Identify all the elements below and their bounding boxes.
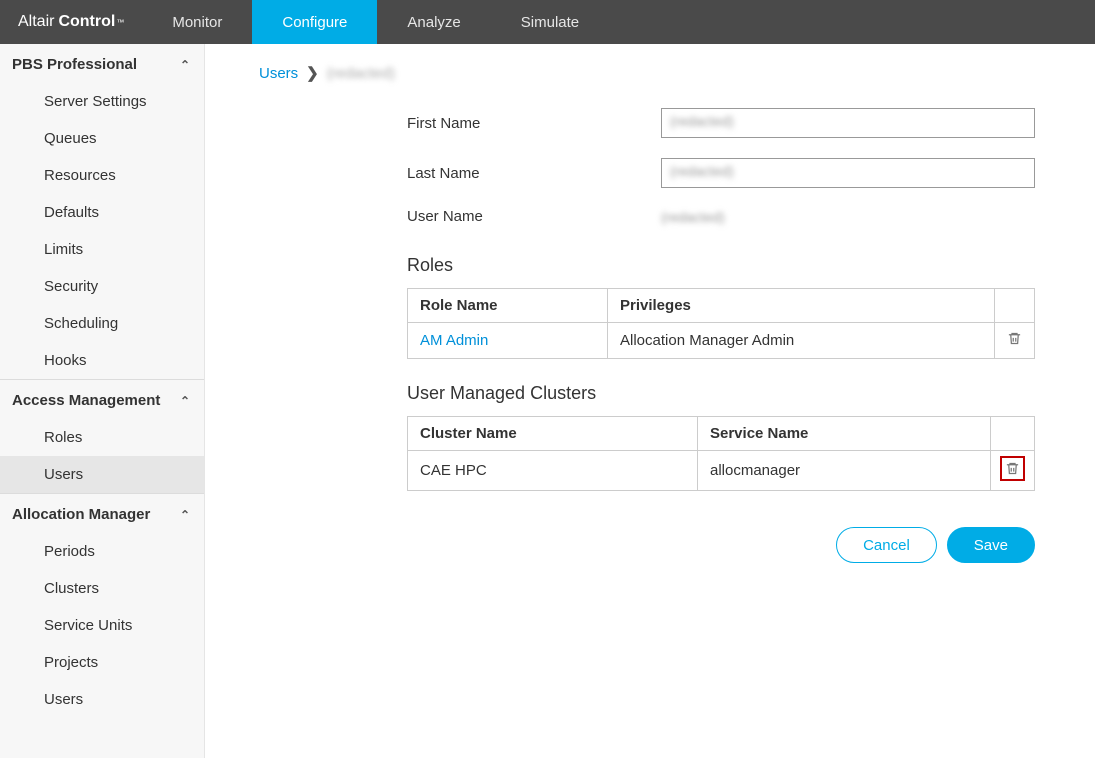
sidebar-item-projects[interactable]: Projects (0, 644, 204, 681)
sidebar: PBS Professional ⌃ Server Settings Queue… (0, 44, 205, 758)
save-button[interactable]: Save (947, 527, 1035, 563)
sidebar-item-scheduling[interactable]: Scheduling (0, 305, 204, 342)
sidebar-item-hooks[interactable]: Hooks (0, 342, 204, 379)
sidebar-item-roles[interactable]: Roles (0, 419, 204, 456)
cluster-service: allocmanager (698, 451, 991, 491)
cluster-name: CAE HPC (408, 451, 698, 491)
breadcrumb-current: (redacted) (327, 65, 395, 82)
sidebar-item-clusters[interactable]: Clusters (0, 570, 204, 607)
first-name-field[interactable]: (redacted) (661, 108, 1035, 138)
last-name-label: Last Name (407, 165, 661, 182)
sidebar-item-limits[interactable]: Limits (0, 231, 204, 268)
role-privilege: Allocation Manager Admin (608, 323, 995, 359)
clusters-title: User Managed Clusters (407, 383, 1035, 404)
table-row: AM Admin Allocation Manager Admin (408, 323, 1035, 359)
trash-icon[interactable] (1007, 331, 1022, 346)
cancel-button[interactable]: Cancel (836, 527, 937, 563)
sidebar-item-service-units[interactable]: Service Units (0, 607, 204, 644)
topnav-simulate[interactable]: Simulate (491, 0, 609, 44)
user-name-value: (redacted) (661, 209, 725, 225)
brand-name: Control (58, 13, 115, 31)
role-link[interactable]: AM Admin (420, 332, 488, 349)
sidebar-section-allocation[interactable]: Allocation Manager ⌃ (0, 494, 204, 533)
chevron-up-icon: ⌃ (180, 508, 190, 522)
chevron-right-icon: ❯ (306, 64, 319, 82)
sidebar-section-access[interactable]: Access Management ⌃ (0, 380, 204, 419)
brand-prefix: Altair (18, 13, 54, 31)
table-row: CAE HPC allocmanager (408, 451, 1035, 491)
sidebar-item-queues[interactable]: Queues (0, 120, 204, 157)
first-name-label: First Name (407, 115, 661, 132)
sidebar-item-security[interactable]: Security (0, 268, 204, 305)
roles-title: Roles (407, 255, 1035, 276)
chevron-up-icon: ⌃ (180, 58, 190, 72)
sidebar-item-periods[interactable]: Periods (0, 533, 204, 570)
sidebar-section-label: Access Management (12, 392, 160, 409)
sidebar-item-am-users[interactable]: Users (0, 681, 204, 718)
main-content: Users ❯ (redacted) First Name (redacted)… (205, 44, 1095, 758)
sidebar-item-defaults[interactable]: Defaults (0, 194, 204, 231)
sidebar-item-resources[interactable]: Resources (0, 157, 204, 194)
breadcrumb: Users ❯ (redacted) (259, 64, 1035, 82)
clusters-header-actions (991, 417, 1035, 451)
roles-header-name: Role Name (408, 289, 608, 323)
top-bar: Altair Control ™ Monitor Configure Analy… (0, 0, 1095, 44)
brand: Altair Control ™ (0, 0, 142, 44)
brand-tm: ™ (116, 18, 124, 27)
roles-header-priv: Privileges (608, 289, 995, 323)
user-name-label: User Name (407, 208, 661, 225)
topnav-analyze[interactable]: Analyze (377, 0, 490, 44)
sidebar-section-pbs[interactable]: PBS Professional ⌃ (0, 44, 204, 83)
sidebar-section-label: Allocation Manager (12, 506, 150, 523)
sidebar-item-server-settings[interactable]: Server Settings (0, 83, 204, 120)
sidebar-item-users[interactable]: Users (0, 456, 204, 493)
topnav-configure[interactable]: Configure (252, 0, 377, 44)
last-name-field[interactable]: (redacted) (661, 158, 1035, 188)
clusters-header-name: Cluster Name (408, 417, 698, 451)
roles-table: Role Name Privileges AM Admin Allocation… (407, 288, 1035, 359)
topnav-monitor[interactable]: Monitor (142, 0, 252, 44)
sidebar-section-label: PBS Professional (12, 56, 137, 73)
top-nav: Monitor Configure Analyze Simulate (142, 0, 609, 44)
breadcrumb-root[interactable]: Users (259, 65, 298, 82)
roles-header-actions (995, 289, 1035, 323)
trash-icon[interactable] (1003, 459, 1022, 478)
clusters-header-service: Service Name (698, 417, 991, 451)
chevron-up-icon: ⌃ (180, 394, 190, 408)
clusters-table: Cluster Name Service Name CAE HPC allocm… (407, 416, 1035, 491)
